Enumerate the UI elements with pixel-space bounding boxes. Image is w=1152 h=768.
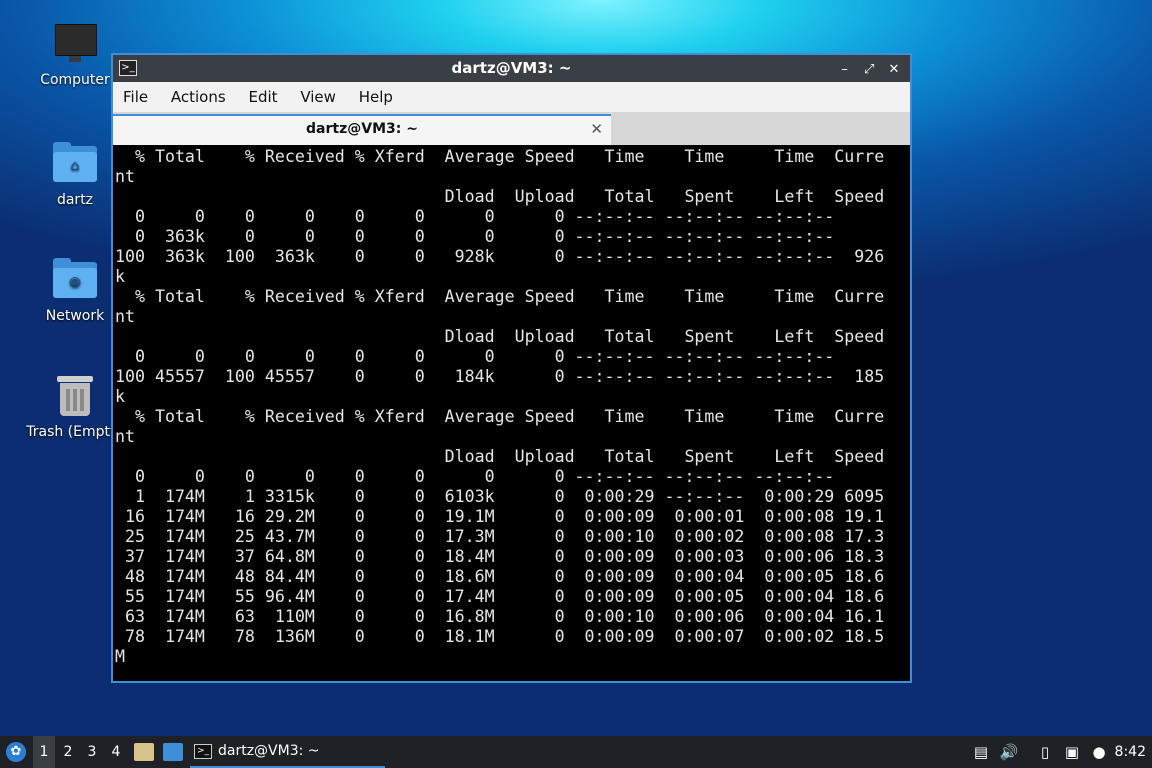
- terminal-line: 48 174M 48 84.4M 0 0 18.6M 0 0:00:09 0:0…: [115, 567, 885, 586]
- minimize-button[interactable]: –: [834, 56, 854, 83]
- window-title: dartz@VM3: ~: [451, 59, 572, 77]
- terminal-app-icon[interactable]: >_: [119, 60, 137, 76]
- terminal-output[interactable]: % Total % Received % Xferd Average Speed…: [113, 145, 910, 681]
- terminal-window: >_ dartz@VM3: ~ – ⤢ ✕ File Actions Edit …: [111, 53, 912, 683]
- terminal-line: % Total % Received % Xferd Average Speed…: [115, 407, 885, 426]
- terminal-icon: >_: [194, 743, 212, 759]
- terminal-line: Dload Upload Total Spent Left Speed: [115, 447, 885, 466]
- desktop-icon-trash[interactable]: Trash (Empty): [25, 374, 125, 440]
- tab-label: dartz@VM3: ~: [306, 121, 418, 137]
- terminal-line: % Total % Received % Xferd Average Speed…: [115, 147, 885, 166]
- trash-icon: [53, 374, 97, 418]
- task-label: dartz@VM3: ~: [218, 743, 320, 759]
- desktop-icon-computer[interactable]: Computer: [25, 22, 125, 88]
- menu-edit[interactable]: Edit: [240, 82, 285, 112]
- terminal-line: nt: [115, 307, 135, 326]
- show-desktop-icon[interactable]: [163, 743, 183, 761]
- terminal-line: Dload Upload Total Spent Left Speed: [115, 187, 885, 206]
- desktop-icon-label: Computer: [40, 72, 110, 88]
- terminal-line: 1 174M 1 3315k 0 0 6103k 0 0:00:29 --:--…: [115, 487, 885, 506]
- taskbar-task-terminal[interactable]: >_ dartz@VM3: ~: [190, 736, 385, 768]
- clock[interactable]: 8:42: [1115, 736, 1146, 768]
- terminal-line: nt: [115, 427, 135, 446]
- desktop-icon-network[interactable]: ◉ Network: [25, 258, 125, 324]
- notes-icon[interactable]: ▯: [1034, 736, 1056, 768]
- terminal-line: 63 174M 63 110M 0 0 16.8M 0 0:00:10 0:00…: [115, 607, 885, 626]
- terminal-line: Dload Upload Total Spent Left Speed: [115, 327, 885, 346]
- network-icon[interactable]: ▣: [1061, 736, 1083, 768]
- terminal-line: k: [115, 267, 125, 286]
- menu-view[interactable]: View: [292, 82, 344, 112]
- terminal-line: 55 174M 55 96.4M 0 0 17.4M 0 0:00:09 0:0…: [115, 587, 885, 606]
- file-manager-icon[interactable]: [134, 743, 154, 761]
- terminal-line: nt: [115, 167, 135, 186]
- terminal-line: 78 174M 78 136M 0 0 18.1M 0 0:00:09 0:00…: [115, 627, 885, 646]
- menu-help[interactable]: Help: [351, 82, 401, 112]
- menu-bar: File Actions Edit View Help: [113, 82, 910, 112]
- terminal-line: 0 0 0 0 0 0 0 0 --:--:-- --:--:-- --:--:…: [115, 467, 835, 486]
- tab-terminal[interactable]: dartz@VM3: ~ ✕: [113, 114, 611, 145]
- window-titlebar[interactable]: >_ dartz@VM3: ~ – ⤢ ✕: [113, 55, 910, 82]
- workspace-4[interactable]: 4: [105, 736, 127, 768]
- close-button[interactable]: ✕: [884, 56, 904, 83]
- desktop-icon-label: Trash (Empty): [26, 424, 124, 440]
- tab-close-icon[interactable]: ✕: [590, 116, 603, 143]
- terminal-line: 37 174M 37 64.8M 0 0 18.4M 0 0:00:09 0:0…: [115, 547, 885, 566]
- terminal-line: 0 0 0 0 0 0 0 0 --:--:-- --:--:-- --:--:…: [115, 207, 835, 226]
- menu-file[interactable]: File: [115, 82, 156, 112]
- terminal-line: 0 0 0 0 0 0 0 0 --:--:-- --:--:-- --:--:…: [115, 347, 835, 366]
- desktop-icon-label: dartz: [56, 192, 94, 208]
- clipboard-icon[interactable]: ▤: [970, 736, 992, 768]
- workspace-1[interactable]: 1: [33, 736, 55, 768]
- taskbar: ✿ 1 2 3 4 >_ dartz@VM3: ~ ▤ 🔊 ▯ ▣ ● 8:42: [0, 736, 1152, 768]
- maximize-button[interactable]: ⤢: [859, 56, 879, 83]
- terminal-line: k: [115, 387, 125, 406]
- menu-actions[interactable]: Actions: [163, 82, 234, 112]
- workspace-3[interactable]: 3: [81, 736, 103, 768]
- desktop-icon-home[interactable]: ⌂ dartz: [25, 142, 125, 208]
- home-folder-icon: ⌂: [53, 142, 97, 186]
- terminal-line: M: [115, 647, 125, 666]
- tab-bar: dartz@VM3: ~ ✕: [113, 112, 910, 145]
- terminal-line: 100 45557 100 45557 0 0 184k 0 --:--:-- …: [115, 367, 885, 386]
- network-folder-icon: ◉: [53, 258, 97, 302]
- volume-icon[interactable]: 🔊: [998, 736, 1020, 768]
- terminal-line: 0 363k 0 0 0 0 0 0 --:--:-- --:--:-- --:…: [115, 227, 835, 246]
- computer-icon: [53, 22, 97, 66]
- app-menu-icon[interactable]: ✿: [6, 742, 26, 762]
- terminal-line: 16 174M 16 29.2M 0 0 19.1M 0 0:00:09 0:0…: [115, 507, 885, 526]
- terminal-line: 25 174M 25 43.7M 0 0 17.3M 0 0:00:10 0:0…: [115, 527, 885, 546]
- terminal-line: % Total % Received % Xferd Average Speed…: [115, 287, 885, 306]
- desktop-icon-label: Network: [45, 308, 105, 324]
- update-notification-icon[interactable]: ●: [1088, 736, 1110, 768]
- workspace-2[interactable]: 2: [57, 736, 79, 768]
- terminal-line: 100 363k 100 363k 0 0 928k 0 --:--:-- --…: [115, 247, 885, 266]
